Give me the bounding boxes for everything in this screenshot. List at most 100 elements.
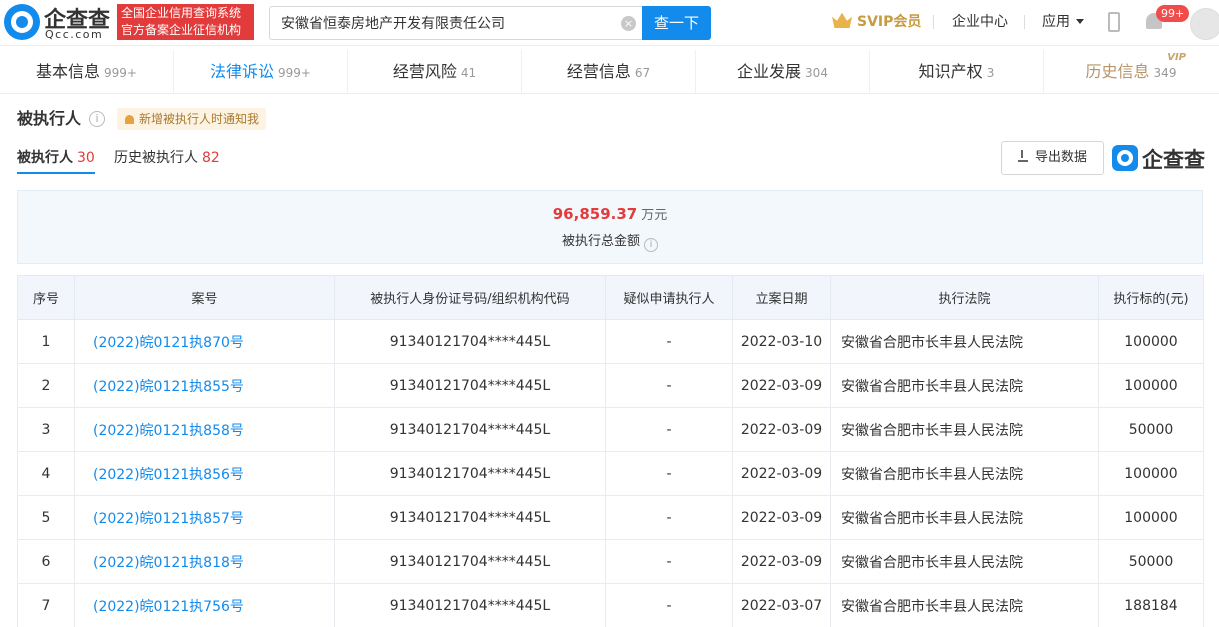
- id-code: 91340121704****445L: [334, 363, 606, 408]
- notify-button[interactable]: 新增被执行人时通知我: [117, 108, 267, 130]
- amount-label-text: 被执行总金额: [561, 234, 640, 249]
- applicant: -: [605, 539, 733, 584]
- help-icon[interactable]: i: [644, 238, 658, 252]
- subtab-count: 30: [77, 150, 95, 166]
- export-button[interactable]: 导出数据: [1001, 141, 1104, 175]
- id-code: 91340121704****445L: [334, 319, 606, 364]
- case-number-link[interactable]: (2022)皖0121执855号: [74, 363, 335, 408]
- row-index: 7: [17, 583, 75, 627]
- total-amount: 96,859.37 万元: [18, 204, 1202, 226]
- filing-date: 2022-03-07: [732, 583, 831, 627]
- tab-count: 41: [460, 66, 477, 80]
- tab-legal[interactable]: 法律诉讼 999+: [174, 50, 348, 94]
- section-title: 被执行人: [17, 109, 82, 128]
- help-icon[interactable]: i: [89, 111, 105, 127]
- tab-ip[interactable]: 知识产权 3: [870, 50, 1044, 94]
- tab-count: 349: [1153, 66, 1177, 80]
- subtab-history[interactable]: 历史被执行人 82: [114, 148, 220, 168]
- export-label: 导出数据: [1034, 150, 1087, 165]
- crown-icon: [832, 12, 852, 28]
- applicant: -: [605, 583, 733, 627]
- table-row: 4 (2022)皖0121执856号 91340121704****445L -202…: [17, 451, 1204, 496]
- row-index: 6: [17, 539, 75, 584]
- applicant: -: [605, 495, 733, 540]
- column-header: 立案日期: [732, 275, 831, 320]
- filing-date: 2022-03-09: [732, 451, 831, 496]
- table-row: 1 (2022)皖0121执870号 91340121704****445L -202…: [17, 319, 1204, 364]
- court: 安徽省合肥市长丰县人民法院: [830, 319, 1099, 364]
- badge-line-1: 全国企业信用查询系统: [121, 6, 242, 20]
- execution-amount: 100000: [1098, 319, 1204, 364]
- table-row: 6 (2022)皖0121执818号 91340121704****445L -202…: [17, 539, 1204, 584]
- table-row: 3 (2022)皖0121执858号 91340121704****445L -202…: [17, 407, 1204, 452]
- tab-operating-risk[interactable]: 经营风险 41: [348, 50, 522, 94]
- search-button[interactable]: 查一下: [642, 6, 711, 40]
- execution-amount: 50000: [1098, 539, 1204, 584]
- svip-label: SVIP会员: [857, 14, 922, 30]
- executee-table: 序号 案号 被执行人身份证号码/组织机构代码 疑似申请执行人 立案日期 执行法院 执行标的(…: [17, 275, 1204, 627]
- tab-label: 经营风险: [392, 62, 457, 81]
- qcc-logo-icon: [4, 4, 40, 40]
- tab-label: 基本信息: [36, 62, 101, 81]
- amount-value: 96,859.37: [552, 205, 638, 223]
- column-header: 被执行人身份证号码/组织机构代码: [334, 275, 606, 320]
- notification-badge: 99+: [1156, 5, 1190, 22]
- column-header: 序号: [17, 275, 75, 320]
- qcc-logo[interactable]: 企查查 Qcc.com: [4, 3, 112, 43]
- execution-amount: 100000: [1098, 363, 1204, 408]
- applicant: -: [605, 363, 733, 408]
- case-number-link[interactable]: (2022)皖0121执858号: [74, 407, 335, 452]
- tab-label: 企业发展: [737, 62, 802, 81]
- bell-icon: [125, 115, 134, 124]
- watermark-text: 企查查: [1142, 148, 1205, 172]
- chevron-down-icon: [1076, 19, 1084, 24]
- table-row: 2 (2022)皖0121执855号 91340121704****445L -202…: [17, 363, 1204, 408]
- avatar[interactable]: [1190, 8, 1219, 40]
- notify-label: 新增被执行人时通知我: [139, 112, 260, 126]
- execution-amount: 100000: [1098, 451, 1204, 496]
- id-code: 91340121704****445L: [334, 539, 606, 584]
- tab-label: 经营信息: [566, 62, 631, 81]
- tab-development[interactable]: 企业发展 304: [696, 50, 870, 94]
- filing-date: 2022-03-10: [732, 319, 831, 364]
- official-badge[interactable]: 全国企业信用查询系统 官方备案企业征信机构: [117, 4, 254, 40]
- row-index: 4: [17, 451, 75, 496]
- svip-link[interactable]: SVIP会员: [832, 12, 921, 32]
- tab-count: 999+: [104, 66, 137, 80]
- tab-count: 304: [805, 66, 828, 80]
- mobile-icon[interactable]: [1108, 12, 1120, 32]
- case-number-link[interactable]: (2022)皖0121执856号: [74, 451, 335, 496]
- apps-menu[interactable]: 应用: [1042, 12, 1084, 32]
- total-amount-label: 被执行总金额 i: [18, 233, 1202, 252]
- row-index: 1: [17, 319, 75, 364]
- id-code: 91340121704****445L: [334, 583, 606, 627]
- vip-badge: VIP: [1167, 52, 1186, 63]
- tab-label: 法律诉讼: [210, 62, 275, 81]
- table-row: 5 (2022)皖0121执857号 91340121704****445L -202…: [17, 495, 1204, 540]
- court: 安徽省合肥市长丰县人民法院: [830, 495, 1099, 540]
- tab-label: 历史信息: [1085, 62, 1150, 81]
- case-number-link[interactable]: (2022)皖0121执756号: [74, 583, 335, 627]
- tab-operating-info[interactable]: 经营信息 67: [522, 50, 696, 94]
- filing-date: 2022-03-09: [732, 407, 831, 452]
- case-number-link[interactable]: (2022)皖0121执870号: [74, 319, 335, 364]
- court: 安徽省合肥市长丰县人民法院: [830, 451, 1099, 496]
- clear-icon[interactable]: ×: [621, 16, 636, 31]
- active-subtab-indicator: [17, 172, 95, 174]
- tab-count: 3: [986, 66, 995, 80]
- row-index: 5: [17, 495, 75, 540]
- case-number-link[interactable]: (2022)皖0121执818号: [74, 539, 335, 584]
- subtab-count: 82: [202, 150, 220, 166]
- search-box: ×: [269, 6, 642, 40]
- case-number-link[interactable]: (2022)皖0121执857号: [74, 495, 335, 540]
- execution-amount: 188184: [1098, 583, 1204, 627]
- table-row: 7 (2022)皖0121执756号 91340121704****445L -202…: [17, 583, 1204, 627]
- search-input[interactable]: [270, 7, 600, 39]
- divider: [933, 15, 934, 29]
- subtab-current[interactable]: 被执行人 30: [17, 148, 95, 168]
- applicant: -: [605, 319, 733, 364]
- court: 安徽省合肥市长丰县人民法院: [830, 363, 1099, 408]
- enterprise-center-link[interactable]: 企业中心: [952, 12, 1008, 32]
- tab-history[interactable]: VIP 历史信息 349: [1044, 50, 1218, 94]
- tab-basic-info[interactable]: 基本信息 999+: [0, 50, 174, 94]
